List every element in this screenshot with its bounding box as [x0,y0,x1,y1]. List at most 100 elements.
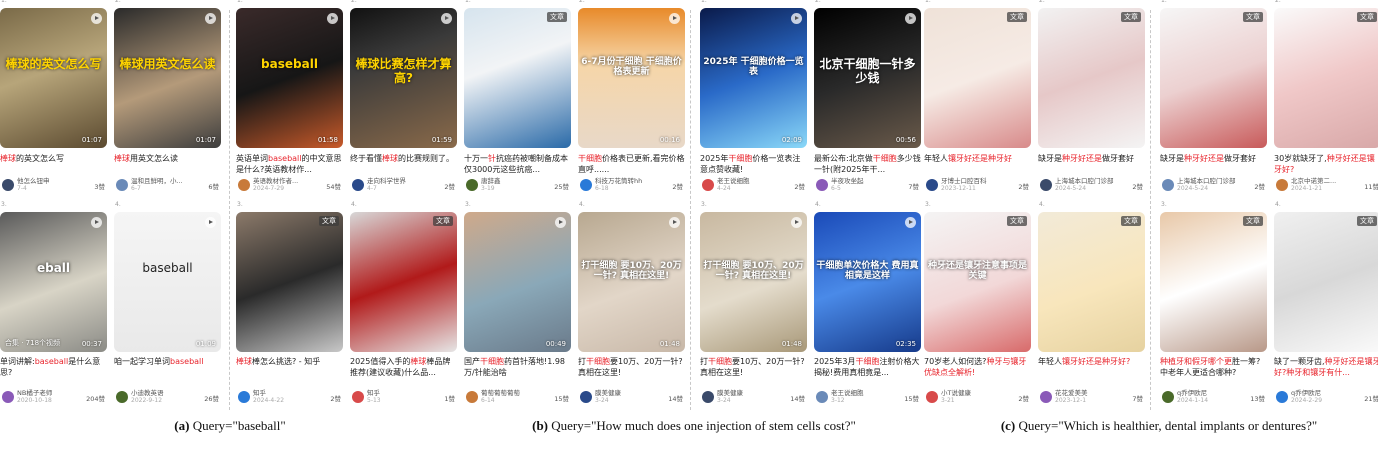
result-thumbnail[interactable]: 文章 [350,212,457,352]
like-count: 26赞 [204,393,219,403]
video-duration: 00:49 [545,340,566,348]
result-thumbnail[interactable]: 文章 [1160,212,1267,352]
author-name[interactable]: 葡萄葡萄葡萄 [481,389,547,397]
author-name[interactable]: 小T说健康 [941,389,1007,397]
result-thumbnail[interactable]: 打干细胞 要10万、20万一针? 真相在这里! 01:48 [578,212,685,352]
like-count: 2赞 [1018,393,1029,403]
title-segment: 2025值得入手的 [350,357,411,366]
result-title[interactable]: 国产干细胞药首针落地!1.98万/针能治啥 [464,356,571,378]
result-rank: 3. [1161,201,1167,208]
thumbnail-overlay-text: 打干细胞 要10万、20万一针? 真相在这里! [703,261,804,282]
author-name[interactable]: 小迪教英语 [131,389,197,397]
result-title[interactable]: 咱一起学习单词baseball [114,356,221,378]
title-segment: 咱一起学习单词 [114,357,170,366]
result-card[interactable]: 3. 文章 棒球棒怎么挑选? - 知乎 知乎 2024-4-22 2赞 [236,0,343,420]
thumbnail-image [1038,212,1145,352]
result-meta: 老王说细胞 3-12 15赞 [814,389,921,405]
result-card[interactable]: 4. 文章 年轻人镶牙好还是种牙好? 花花爱美美 2023-12-1 7赞 [1038,0,1145,420]
play-icon[interactable] [91,217,102,228]
thumbnail-image [464,212,571,352]
author-avatar[interactable] [2,391,14,403]
panel-a: 1. 棒球的英文怎么写 01:07 棒球的英文怎么写 他怎么钮申 7-4 3赞 3. eball… [0,0,457,461]
author-name[interactable]: q乔伊欧尼 [1177,389,1243,397]
author-name[interactable]: 膜美健康 [717,389,783,397]
result-title[interactable]: 棒球棒怎么挑选? - 知乎 [236,356,343,378]
video-duration: 01:48 [781,340,802,348]
result-rank: 3. [701,201,707,208]
result-card[interactable]: 4. 打干细胞 要10万、20万一针? 真相在这里! 01:48 打干细胞要10万、2… [578,0,685,420]
author-name[interactable]: q乔伊欧尼 [1291,389,1357,397]
author-name[interactable]: 老王说细胞 [831,389,897,397]
result-title[interactable]: 缺了一颗牙齿,种牙好还是镶牙好?种牙和镶牙有什... [1274,356,1378,378]
result-rank: 4. [579,201,585,208]
author-avatar[interactable] [1162,391,1174,403]
play-icon[interactable] [205,217,216,228]
result-thumbnail[interactable]: 打干细胞 要10万、20万一针? 真相在这里! 01:48 [700,212,807,352]
result-thumbnail[interactable]: eball 合集 · 718个视频 00:37 [0,212,107,352]
result-card[interactable]: 3. 00:49 国产干细胞药首针落地!1.98万/针能治啥 葡萄葡萄葡萄 6-14 15… [464,0,571,420]
column-divider [690,10,691,410]
play-icon[interactable] [555,217,566,228]
result-title[interactable]: 2025值得入手的棒球棒品牌推荐(建议收藏)什么品... [350,356,457,378]
result-title[interactable]: 打干细胞要10万、20万一针?真相在这里! [700,356,807,378]
like-count: 13赞 [1250,393,1265,403]
author-avatar[interactable] [466,391,478,403]
play-icon[interactable] [669,217,680,228]
result-thumbnail[interactable]: baseball 01:09 [114,212,221,352]
play-icon[interactable] [905,217,916,228]
result-card[interactable]: 4. 干细胞单次价格大 费用真相竟是这样 02:35 2025年3月干细胞注射价格大揭… [814,0,921,420]
result-title[interactable]: 种植牙和假牙哪个更胜一筹?中老年人更适合哪种? [1160,356,1267,378]
result-title[interactable]: 打干细胞要10万、20万一针?真相在这里! [578,356,685,378]
result-card[interactable]: 3. 文章 种植牙和假牙哪个更胜一筹?中老年人更适合哪种? q乔伊欧尼 2024-1-1… [1160,0,1267,420]
author-name[interactable]: 花花爱美美 [1055,389,1121,397]
author-name[interactable]: 知乎 [253,389,319,397]
result-thumbnail[interactable]: 00:49 [464,212,571,352]
author-name[interactable]: 膜美健康 [595,389,661,397]
result-thumbnail[interactable]: 种牙还是镶牙注意事项是关键 文章 [924,212,1031,352]
panel-b: 1. 文章 十万一针抗癌药被嘲制备成本仅3000元这些抗癌... 唐辞鑫 3-19 25赞… [464,0,921,461]
result-title[interactable]: 单词讲解:baseball是什么意思? [0,356,107,378]
author-avatar[interactable] [238,391,250,403]
post-date: 3-12 [831,397,845,404]
result-card[interactable]: 3. eball 合集 · 718个视频 00:37 单词讲解:baseball是什么意… [0,0,107,420]
like-count: 14赞 [668,393,683,403]
result-thumbnail[interactable]: 文章 [1274,212,1378,352]
post-date: 2022-9-12 [131,397,163,404]
author-avatar[interactable] [352,391,364,403]
panel-c: 1. 文章 年轻人镶牙好还是种牙好 牙博士口腔百科 2023-12-11 2赞 3. 种牙还是… [924,0,1378,461]
author-avatar[interactable] [580,391,592,403]
result-meta: q乔伊欧尼 2024-2-29 21赞 [1274,389,1378,405]
post-date: 5-13 [367,397,381,404]
result-thumbnail[interactable]: 文章 [1038,212,1145,352]
result-thumbnail[interactable]: 文章 [236,212,343,352]
result-card[interactable]: 3. 打干细胞 要10万、20万一针? 真相在这里! 01:48 打干细胞要10万、2… [700,0,807,420]
author-avatar[interactable] [816,391,828,403]
title-segment: 打 [578,357,586,366]
result-card[interactable]: 3. 种牙还是镶牙注意事项是关键 文章 70岁老人如何选?种牙与镶牙优缺点全解析! 小T… [924,0,1031,420]
result-card[interactable]: 4. 文章 2025值得入手的棒球棒品牌推荐(建议收藏)什么品... 知乎 5-13 1赞 [350,0,457,420]
article-tag: 文章 [433,216,453,226]
author-avatar[interactable] [702,391,714,403]
result-thumbnail[interactable]: 干细胞单次价格大 费用真相竟是这样 02:35 [814,212,921,352]
result-card[interactable]: 4. 文章 缺了一颗牙齿,种牙好还是镶牙好?种牙和镶牙有什... q乔伊欧尼 2024-… [1274,0,1378,420]
result-title[interactable]: 2025年3月干细胞注射价格大揭秘!费用真相竟是... [814,356,921,378]
play-icon[interactable] [791,217,802,228]
title-segment: 干细胞 [480,357,504,366]
like-suffix: 赞 [1258,395,1266,403]
author-name[interactable]: NB橘子老师 [17,389,83,397]
like-number: 15 [904,395,913,403]
author-avatar[interactable] [116,391,128,403]
result-card[interactable]: 4. baseball 01:09 咱一起学习单词baseball 小迪教英语 2022-… [114,0,221,420]
author-avatar[interactable] [1276,391,1288,403]
result-meta: 小迪教英语 2022-9-12 26赞 [114,389,221,405]
author-avatar[interactable] [926,391,938,403]
author-avatar[interactable] [1040,391,1052,403]
title-segment: 70岁老人如何选? [924,357,987,366]
result-title[interactable]: 70岁老人如何选?种牙与镶牙优缺点全解析! [924,356,1031,378]
result-title[interactable]: 年轻人镶牙好还是种牙好? [1038,356,1145,378]
author-name[interactable]: 知乎 [367,389,433,397]
result-meta: 小T说健康 3-21 2赞 [924,389,1031,405]
panel-caption: (c) Query="Which is healthier, dental im… [954,418,1364,433]
post-date: 3-24 [717,397,731,404]
result-meta: 膜美健康 3-24 14赞 [700,389,807,405]
